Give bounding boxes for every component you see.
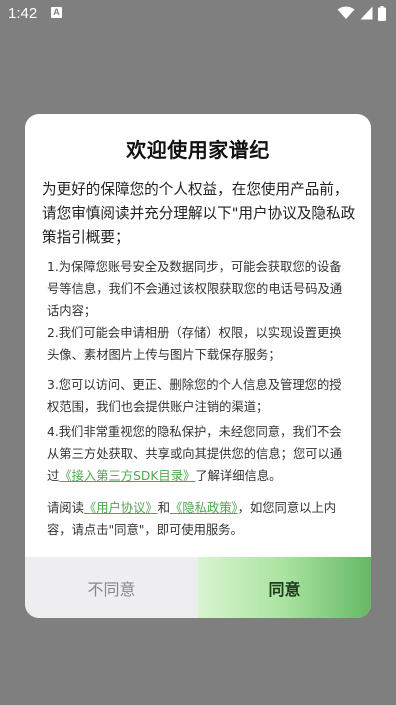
- agree-button[interactable]: 同意: [198, 557, 371, 618]
- wifi-icon: [337, 6, 355, 19]
- policy-item-3: 3.您可以访问、更正、删除您的个人信息及管理您的授权范围，我们也会提供账户注销的…: [47, 378, 342, 414]
- notice-and: 和: [157, 501, 171, 515]
- status-icons: [337, 5, 386, 21]
- consent-notice: 请阅读《用户协议》和《隐私政策》，如您同意以上内容，请点击"同意"，即可使用服务…: [47, 497, 353, 541]
- dialog-title: 欢迎使用家谱纪: [126, 138, 270, 162]
- notice-prefix: 请阅读: [47, 501, 84, 515]
- status-bar: 1:42 A: [0, 0, 396, 28]
- disagree-button[interactable]: 不同意: [25, 557, 198, 618]
- policy-item-2: 2.我们可能会申请相册（存储）权限，以实现设置更换头像、素材图片上传与图片下载保…: [47, 326, 342, 362]
- battery-icon: [378, 5, 386, 21]
- policy-item-4-suffix: 了解详细信息。: [195, 469, 282, 483]
- sdk-list-link[interactable]: 《接入第三方SDK目录》: [59, 469, 195, 483]
- notification-icon: A: [51, 7, 62, 18]
- policy-item-4: 4.我们非常重视您的隐私保护，未经您同意，我们不会从第三方处获取、共享或向其提供…: [47, 421, 353, 487]
- privacy-policy-link[interactable]: 《隐私政策》: [170, 501, 238, 515]
- user-agreement-link[interactable]: 《用户协议》: [84, 501, 158, 515]
- dialog-buttons: 不同意 同意: [25, 557, 371, 618]
- privacy-dialog: 欢迎使用家谱纪 为更好的保障您的个人权益，在您使用产品前，请您审慎阅读并充分理解…: [25, 114, 371, 618]
- policy-item-1: 1.为保障您账号安全及数据同步，可能会获取您的设备号等信息，我们不会通过该权限获…: [47, 260, 343, 318]
- status-time: 1:42: [8, 5, 38, 22]
- dialog-intro: 为更好的保障您的个人权益，在您使用产品前，请您审慎阅读并充分理解以下"用户协议及…: [42, 181, 356, 246]
- signal-icon: [360, 6, 373, 20]
